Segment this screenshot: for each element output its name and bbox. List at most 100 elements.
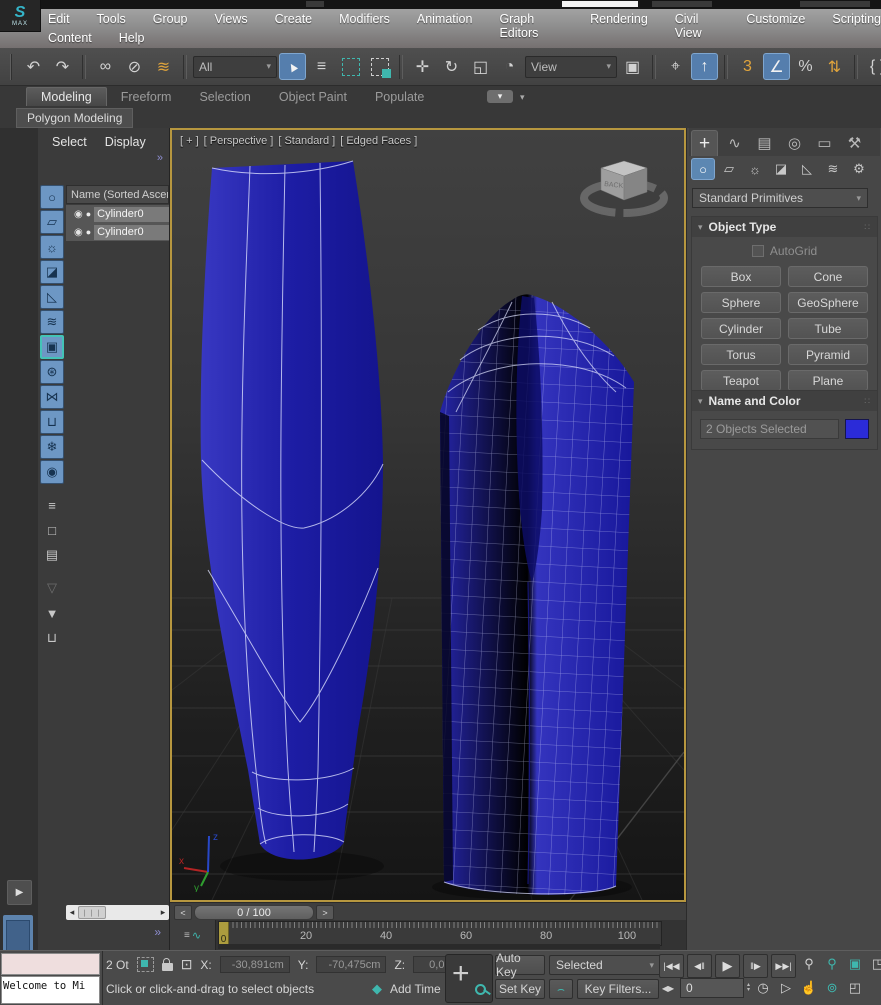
- time-configuration-button[interactable]: ◷: [753, 978, 773, 998]
- sort-by-color-button[interactable]: ▤: [40, 543, 64, 567]
- scroll-right-icon[interactable]: ▸: [157, 907, 169, 918]
- select-by-name-button[interactable]: ≡: [308, 53, 335, 80]
- object-name-field[interactable]: 2 Objects Selected: [700, 419, 839, 439]
- ribbon-tab-modeling[interactable]: Modeling: [26, 87, 107, 106]
- node-name[interactable]: Cylinder0: [94, 207, 169, 222]
- listener-field[interactable]: Welcome to Mi: [1, 976, 100, 1004]
- menu-customize[interactable]: Customize: [746, 12, 805, 40]
- tab-create[interactable]: +: [691, 130, 718, 156]
- x-coordinate-field[interactable]: -30,891cm: [220, 956, 290, 973]
- select-and-move-button[interactable]: ✛: [409, 53, 436, 80]
- viewport-general-menu[interactable]: [ + ]: [180, 135, 199, 147]
- explorer-overflow-chevron[interactable]: »: [157, 152, 163, 164]
- pan-button[interactable]: ☝: [799, 978, 819, 998]
- zoom-extents-selected-button[interactable]: ▣: [845, 954, 865, 974]
- menu-content[interactable]: Content: [48, 31, 92, 45]
- time-slider[interactable]: < 0 / 100 >: [170, 902, 686, 920]
- teapot-button[interactable]: Teapot: [701, 370, 781, 391]
- mini-curve-editor-button[interactable]: ≡ ∿: [170, 920, 216, 950]
- go-to-start-button[interactable]: |◀◀: [659, 954, 684, 978]
- select-object-button[interactable]: ▲: [279, 53, 306, 80]
- ribbon-tab-object-paint[interactable]: Object Paint: [265, 88, 361, 106]
- menu-graph-editors[interactable]: Graph Editors: [499, 12, 563, 40]
- maximize-viewport-toggle[interactable]: ◰: [845, 978, 865, 998]
- ribbon-minimize-button[interactable]: ▾: [487, 90, 513, 103]
- key-mode-toggle[interactable]: ◀▶: [659, 978, 677, 998]
- percent-snap-toggle[interactable]: %: [792, 53, 819, 80]
- sort-by-type-button[interactable]: □: [40, 518, 64, 542]
- torus-button[interactable]: Torus: [701, 344, 781, 365]
- explorer-column-header[interactable]: Name (Sorted Ascen: [66, 185, 169, 204]
- name-color-rollout-header[interactable]: ▾ Name and Color ∷: [692, 391, 877, 411]
- orbit-button[interactable]: ⊚: [822, 978, 842, 998]
- spinner-snap-toggle[interactable]: ⇅: [821, 53, 848, 80]
- toolbar-grip[interactable]: [10, 54, 12, 80]
- primitive-category-dropdown[interactable]: Standard Primitives ▾: [692, 188, 868, 208]
- next-frame-button[interactable]: ‖▶: [743, 954, 768, 978]
- undo-button[interactable]: ↶: [20, 53, 47, 80]
- category-systems[interactable]: ⚙: [847, 158, 871, 180]
- select-and-scale-button[interactable]: ◱: [467, 53, 494, 80]
- zoom-button[interactable]: ⚲: [799, 954, 819, 974]
- zoom-all-button[interactable]: ⚲: [822, 954, 842, 974]
- plane-button[interactable]: Plane: [788, 370, 868, 391]
- geosphere-button[interactable]: GeoSphere: [788, 292, 868, 313]
- reference-coordinate-dropdown[interactable]: View ▾: [525, 56, 617, 78]
- tab-display[interactable]: Display: [105, 135, 146, 149]
- render-dot-icon[interactable]: ●: [86, 227, 91, 237]
- tab-select[interactable]: Select: [52, 135, 87, 149]
- category-lights[interactable]: ☼: [743, 158, 767, 180]
- display-space-warps-toggle[interactable]: ≋: [40, 310, 64, 334]
- go-to-end-button[interactable]: ▶▶|: [771, 954, 796, 978]
- isolate-selection-icon[interactable]: [137, 957, 154, 972]
- menu-modifiers[interactable]: Modifiers: [339, 12, 390, 40]
- time-slider-thumb[interactable]: 0 / 100: [194, 905, 314, 920]
- macro-recorder-field[interactable]: [1, 953, 100, 975]
- angle-snap-toggle[interactable]: ∠: [763, 53, 790, 80]
- selection-filter-dropdown[interactable]: All ▾: [193, 56, 277, 78]
- eye-icon[interactable]: ◉: [74, 227, 83, 238]
- add-time-tag[interactable]: Add Time: [390, 982, 441, 996]
- display-cameras-toggle[interactable]: ◪: [40, 260, 64, 284]
- select-and-place-button[interactable]: ◔: [496, 53, 523, 80]
- menu-scripting[interactable]: Scripting: [832, 12, 881, 40]
- display-geometry-toggle[interactable]: ▣: [40, 335, 64, 359]
- menu-group[interactable]: Group: [153, 12, 188, 40]
- ribbon-tab-selection[interactable]: Selection: [185, 88, 264, 106]
- current-frame-field[interactable]: 0: [680, 978, 744, 998]
- tab-utilities[interactable]: ⚒: [841, 130, 868, 156]
- explorer-horizontal-scrollbar[interactable]: ◂ ❘❘❘ ▸: [66, 905, 169, 920]
- explorer-row-cylinder-2[interactable]: ◉ ● Cylinder0: [66, 223, 169, 241]
- play-button[interactable]: ▶: [715, 954, 740, 978]
- eye-icon[interactable]: ◉: [74, 209, 83, 220]
- category-geometry[interactable]: ○: [691, 158, 715, 180]
- rectangular-selection-region-button[interactable]: [337, 53, 364, 80]
- set-key-button[interactable]: Set Key: [495, 979, 545, 999]
- expand-panel-button[interactable]: ▶: [7, 880, 32, 905]
- display-containers-toggle[interactable]: ⊔: [40, 410, 64, 434]
- ribbon-minimize-flyout[interactable]: ▾: [520, 92, 525, 103]
- next-frame-slider-button[interactable]: >: [316, 905, 334, 920]
- object-type-rollout-header[interactable]: ▾ Object Type ∷: [692, 217, 877, 237]
- display-shapes-toggle[interactable]: ▱: [40, 210, 64, 234]
- ribbon-panel-polygon-modeling[interactable]: Polygon Modeling: [16, 108, 133, 128]
- node-name[interactable]: Cylinder0: [94, 225, 169, 240]
- object-color-swatch[interactable]: [845, 419, 869, 439]
- display-xrefs-toggle[interactable]: ⊛: [40, 360, 64, 384]
- viewport-standard-menu[interactable]: [ Standard ]: [278, 135, 335, 147]
- display-helpers-toggle[interactable]: ◺: [40, 285, 64, 309]
- key-selection-dropdown[interactable]: Selected ▾: [549, 955, 661, 975]
- new-container-button[interactable]: ⊔: [40, 626, 64, 650]
- bind-to-space-warp-button[interactable]: ≋: [150, 53, 177, 80]
- app-logo[interactable]: S MAX: [0, 0, 41, 32]
- frame-spinner[interactable]: ▴ ▾: [747, 983, 750, 993]
- display-objects-toggle[interactable]: ○: [40, 185, 64, 209]
- default-tangent-button[interactable]: ⌢: [549, 979, 573, 999]
- category-space-warps[interactable]: ≋: [821, 158, 845, 180]
- autogrid-checkbox[interactable]: [752, 245, 764, 257]
- cylinder-button[interactable]: Cylinder: [701, 318, 781, 339]
- tab-modify[interactable]: ∿: [721, 130, 748, 156]
- scrollbar-thumb[interactable]: ❘❘❘: [78, 906, 106, 919]
- absolute-mode-icon[interactable]: ⊡: [181, 956, 193, 973]
- tube-button[interactable]: Tube: [788, 318, 868, 339]
